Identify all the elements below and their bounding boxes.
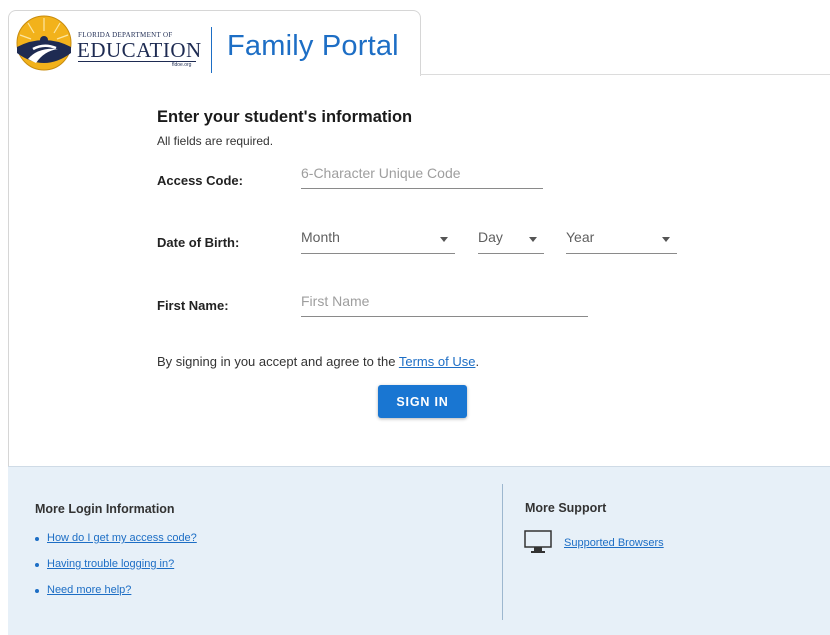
access-code-placeholder: 6-Character Unique Code bbox=[301, 165, 461, 181]
caret-down-icon bbox=[440, 237, 448, 242]
monitor-icon bbox=[524, 530, 552, 553]
caret-down-icon bbox=[662, 237, 670, 242]
list-item: Need more help? bbox=[35, 584, 197, 610]
login-info-list: How do I get my access code? Having trou… bbox=[35, 532, 197, 610]
supported-browsers-link[interactable]: Supported Browsers bbox=[564, 537, 664, 549]
header-divider bbox=[211, 27, 212, 73]
access-code-label: Access Code: bbox=[157, 173, 243, 188]
year-select[interactable]: Year bbox=[566, 229, 677, 254]
dob-label: Date of Birth: bbox=[157, 235, 240, 250]
terms-text: By signing in you accept and agree to th… bbox=[157, 354, 479, 369]
bullet-icon bbox=[35, 589, 39, 593]
sign-in-button[interactable]: SIGN IN bbox=[378, 385, 467, 418]
footer: More Login Information How do I get my a… bbox=[8, 466, 830, 635]
list-item: How do I get my access code? bbox=[35, 532, 197, 558]
footer-divider bbox=[502, 484, 503, 620]
first-name-input[interactable]: First Name bbox=[301, 293, 588, 317]
list-item: Having trouble logging in? bbox=[35, 558, 197, 584]
terms-of-use-link[interactable]: Terms of Use bbox=[399, 354, 476, 369]
first-name-placeholder: First Name bbox=[301, 293, 370, 309]
portal-title: Family Portal bbox=[227, 30, 399, 62]
access-code-input[interactable]: 6-Character Unique Code bbox=[301, 165, 543, 189]
logo-main-text: EDUCATION bbox=[77, 38, 202, 62]
caret-down-icon bbox=[529, 237, 537, 242]
more-login-info-heading: More Login Information bbox=[35, 502, 175, 516]
bullet-icon bbox=[35, 563, 39, 567]
day-select-value: Day bbox=[478, 229, 503, 245]
first-name-label: First Name: bbox=[157, 298, 229, 313]
fdoe-seal-logo bbox=[16, 15, 72, 71]
terms-prefix: By signing in you accept and agree to th… bbox=[157, 354, 399, 369]
month-select-value: Month bbox=[301, 229, 340, 245]
logo-url-text: fldoe.org bbox=[172, 62, 192, 68]
more-support-heading: More Support bbox=[525, 501, 607, 515]
terms-suffix: . bbox=[475, 354, 480, 369]
trouble-logging-in-link[interactable]: Having trouble logging in? bbox=[47, 558, 174, 570]
year-select-value: Year bbox=[566, 229, 595, 245]
access-code-help-link[interactable]: How do I get my access code? bbox=[47, 532, 197, 544]
header-tab-baseline bbox=[420, 74, 830, 75]
bullet-icon bbox=[35, 537, 39, 541]
need-more-help-link[interactable]: Need more help? bbox=[47, 584, 131, 596]
content-border bbox=[8, 75, 9, 467]
form-subtitle: All fields are required. bbox=[157, 134, 274, 148]
month-select[interactable]: Month bbox=[301, 229, 455, 254]
form-heading: Enter your student's information bbox=[157, 108, 413, 126]
day-select[interactable]: Day bbox=[478, 229, 544, 254]
